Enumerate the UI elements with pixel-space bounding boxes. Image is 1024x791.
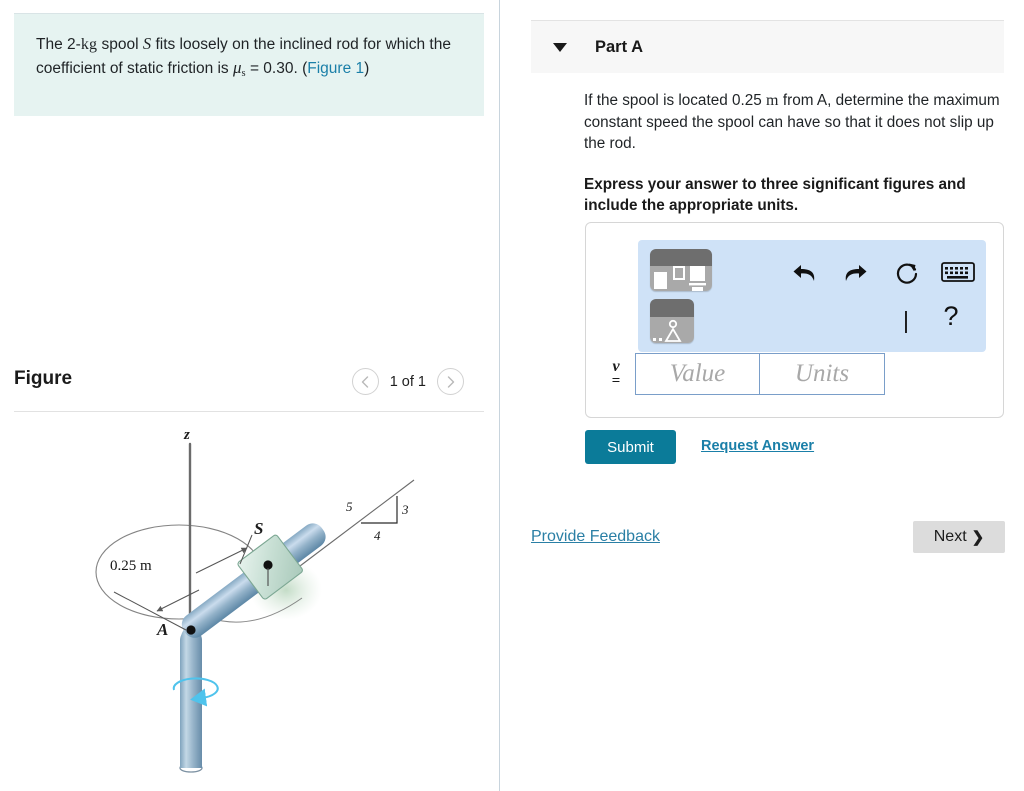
problem-unit-kg: kg — [80, 36, 98, 53]
reset-icon[interactable] — [890, 256, 924, 290]
answer-variable-label: v = — [601, 359, 631, 389]
problem-lead: The 2- — [36, 36, 81, 53]
math-template-icon[interactable] — [650, 249, 712, 291]
figure-next-button[interactable] — [437, 368, 464, 395]
math-template-glyphs — [654, 265, 706, 291]
diagram-distance-label: 0.25 m — [110, 558, 152, 574]
answer-variable-symbol: v — [612, 358, 620, 375]
figure-page-label: 1 of 1 — [389, 373, 426, 390]
slope-hyp-label: 5 — [346, 499, 353, 514]
keyboard-glyph — [941, 262, 975, 282]
figure-title: Figure — [14, 368, 73, 389]
redo-icon[interactable] — [838, 256, 872, 290]
page-root: The 2-kg spool S fits loosely on the inc… — [0, 0, 1024, 791]
slope-horiz-label: 4 — [374, 528, 381, 543]
reset-glyph — [896, 263, 917, 284]
math-symbols-icon[interactable] — [650, 299, 694, 343]
chevron-left-icon — [362, 375, 369, 388]
diagram-z-axis-label: z — [183, 427, 190, 443]
problem-symbol-s: S — [142, 34, 152, 53]
part-a-title: Part A — [595, 37, 643, 56]
chevron-right-icon: ❯ — [971, 529, 985, 546]
redo-glyph — [845, 265, 867, 281]
undo-icon[interactable] — [788, 256, 822, 290]
figure-header: Figure 1 of 1 — [14, 362, 484, 410]
request-answer-link[interactable]: Request Answer — [701, 438, 814, 454]
figure-1-link[interactable]: Figure 1 — [307, 60, 364, 77]
answer-equals-symbol: = — [611, 373, 621, 389]
math-template-icon-top — [650, 249, 712, 266]
slope-vert-label: 3 — [401, 502, 409, 517]
math-template-icon-body — [650, 265, 712, 291]
math-symbols-icon-body — [650, 316, 694, 343]
problem-statement-box: The 2-kg spool S fits loosely on the inc… — [14, 14, 484, 116]
part-a-header[interactable]: Part A — [531, 20, 1004, 73]
answer-input-row: v = Value Units — [601, 353, 885, 395]
spool-rod-diagram-svg: z 5 3 4 S A 0.25 m — [95, 427, 415, 773]
math-toolbar: | ? — [638, 240, 986, 352]
submit-button[interactable]: Submit — [585, 430, 676, 464]
provide-feedback-link[interactable]: Provide Feedback — [531, 528, 660, 546]
figure-pager: 1 of 1 — [351, 368, 464, 395]
question-pre: If the spool is located 0.25 — [584, 92, 766, 109]
problem-mid3: = 0.30. ( — [245, 60, 308, 77]
undo-glyph — [793, 265, 815, 281]
problem-mu-symbol: μ — [233, 58, 242, 77]
answer-entry-box: | ? v = Value Units — [585, 222, 1004, 418]
answer-units-input[interactable]: Units — [760, 353, 885, 395]
text-cursor-icon[interactable]: | — [893, 302, 919, 338]
next-button[interactable]: Next ❯ — [913, 521, 1005, 553]
math-symbols-icon-top — [650, 299, 694, 317]
figure-divider — [14, 411, 484, 412]
help-icon[interactable]: ? — [936, 296, 966, 336]
math-symbols-glyphs — [653, 319, 682, 342]
question-text: If the spool is located 0.25 m from A, d… — [584, 90, 1004, 155]
diagram-point-a-label: A — [156, 620, 168, 639]
question-instruction: Express your answer to three significant… — [584, 175, 966, 215]
chevron-right-icon — [447, 375, 454, 388]
left-pane: The 2-kg spool S fits loosely on the inc… — [0, 0, 499, 791]
figure-prev-button[interactable] — [351, 368, 379, 395]
answer-value-input[interactable]: Value — [635, 353, 760, 395]
next-button-label: Next — [933, 528, 967, 545]
question-unit-m: m — [765, 92, 779, 109]
problem-mid1: spool — [97, 36, 143, 53]
figure-diagram: z 5 3 4 S A 0.25 m — [14, 418, 484, 783]
question-body: If the spool is located 0.25 m from A, d… — [584, 90, 1004, 217]
caret-down-icon[interactable] — [553, 42, 567, 52]
diagram-spool-label: S — [254, 519, 263, 538]
keyboard-icon[interactable] — [940, 258, 976, 286]
problem-statement-text: The 2-kg spool S fits loosely on the inc… — [36, 32, 462, 85]
problem-tail: ) — [364, 60, 370, 77]
